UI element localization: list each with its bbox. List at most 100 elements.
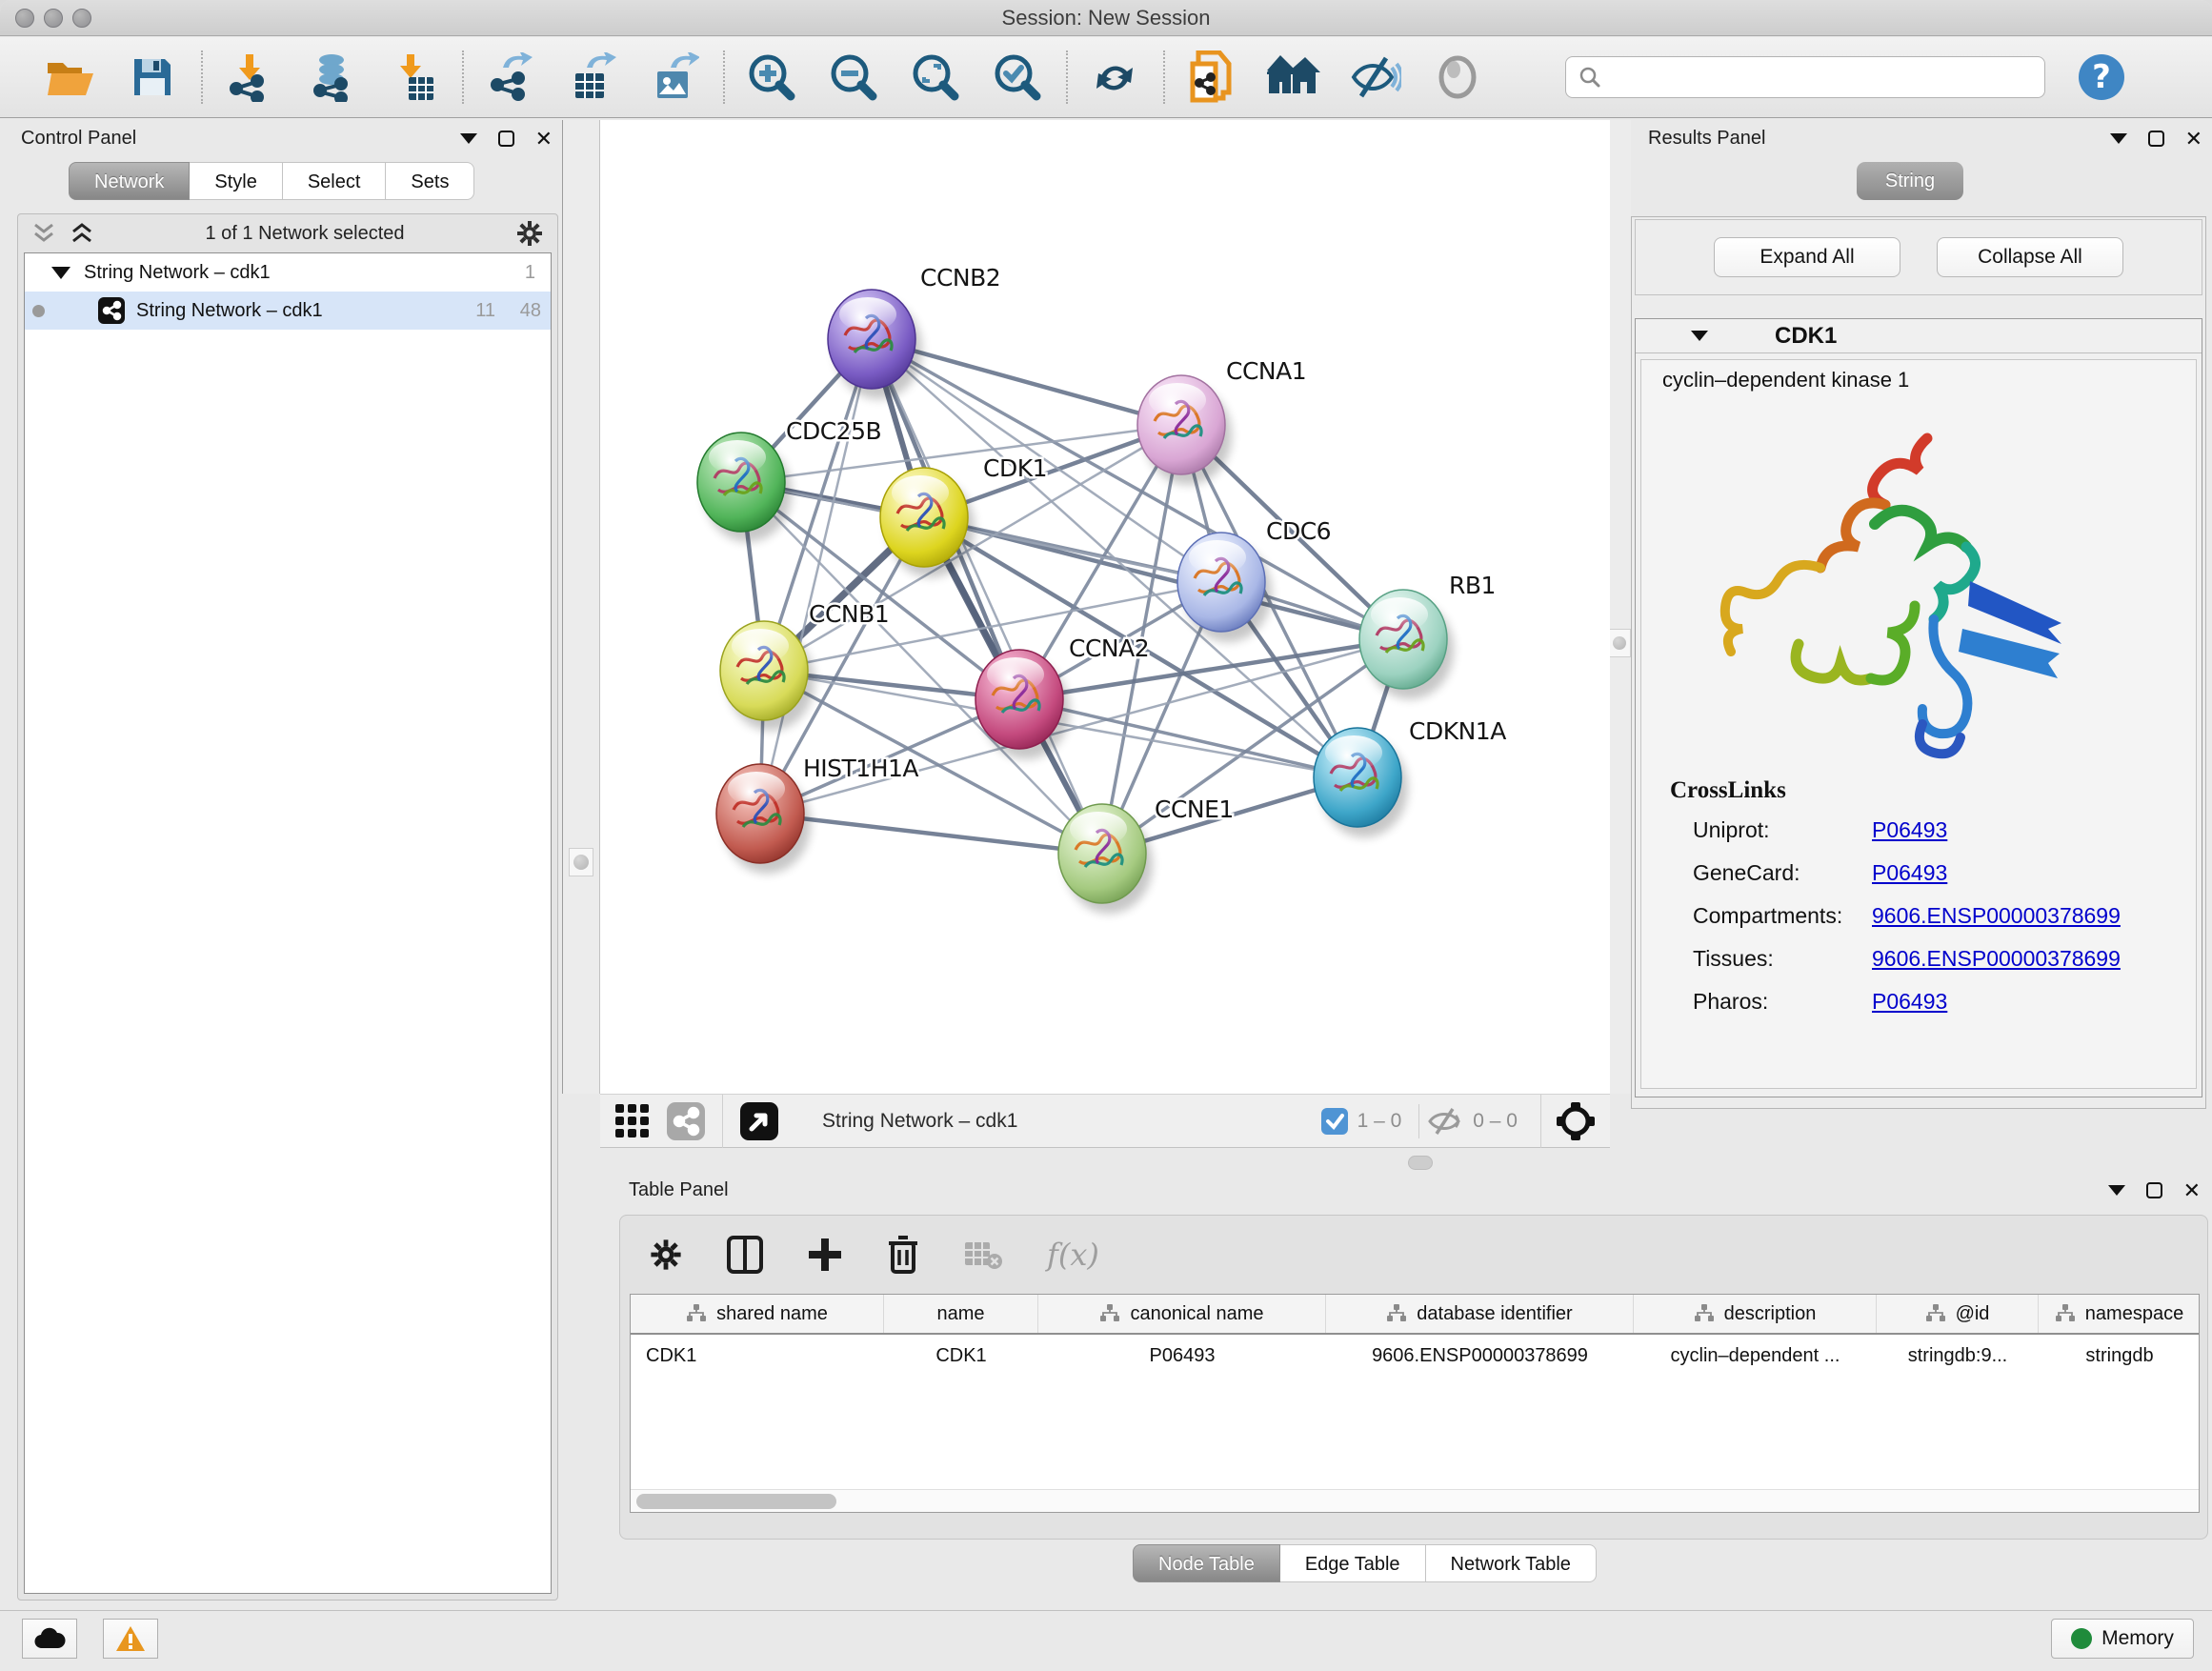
network-row[interactable]: String Network – cdk1 11 48 (25, 292, 551, 330)
network-node[interactable] (697, 433, 792, 542)
share-network-file-icon[interactable] (1184, 49, 1239, 106)
function-builder-icon-disabled: f(x) (1047, 1237, 1099, 1273)
table-row[interactable]: CDK1CDK1P064939606.ENSP00000378699cyclin… (631, 1335, 2199, 1378)
selected-nodes-checkbox-icon[interactable] (1321, 1108, 1348, 1135)
tab-sets[interactable]: Sets (386, 162, 474, 200)
right-splitter[interactable] (1610, 120, 1631, 1094)
node-table[interactable]: shared namenamecanonical namedatabase id… (630, 1294, 2200, 1513)
close-panel-icon[interactable]: ✕ (535, 129, 553, 150)
bottom-splitter-handle[interactable] (1408, 1156, 1433, 1170)
crosslink-link[interactable]: 9606.ENSP00000378699 (1872, 946, 2121, 972)
table-cell[interactable]: stringdb:9... (1877, 1345, 2039, 1367)
detach-view-icon[interactable] (740, 1102, 778, 1140)
tab-network[interactable]: Network (69, 162, 190, 200)
string-home-icon[interactable] (1266, 49, 1321, 106)
warning-status-button[interactable] (103, 1619, 158, 1659)
network-node[interactable] (1359, 590, 1454, 699)
apply-preferred-layout-icon[interactable] (1087, 49, 1142, 106)
zoom-selected-icon[interactable] (990, 49, 1045, 106)
float-panel-icon[interactable] (498, 131, 514, 147)
expand-all-button[interactable]: Expand All (1714, 237, 1900, 277)
open-session-icon[interactable] (43, 49, 98, 106)
column-header-shared-name[interactable]: shared name (631, 1295, 884, 1333)
expand-all-icon[interactable] (70, 222, 94, 245)
crosslink-link[interactable]: P06493 (1872, 817, 1947, 843)
collapse-all-icon[interactable] (31, 222, 56, 245)
zoom-fit-icon[interactable] (908, 49, 963, 106)
column-header-description[interactable]: description (1634, 1295, 1877, 1333)
network-node[interactable] (880, 468, 975, 577)
control-panel: Control Panel ✕ NetworkStyleSelectSets 1… (8, 120, 562, 1606)
network-share-view-icon[interactable] (667, 1102, 705, 1140)
close-panel-icon[interactable]: ✕ (2185, 129, 2202, 150)
protein-collapse-icon[interactable] (1691, 331, 1708, 341)
scrollbar-thumb[interactable] (636, 1494, 836, 1509)
hide-selected-icon[interactable] (1348, 49, 1403, 106)
left-splitter-handle[interactable] (569, 848, 593, 876)
network-node[interactable] (975, 650, 1070, 759)
panel-menu-icon[interactable] (2110, 133, 2127, 144)
collapse-all-button[interactable]: Collapse All (1937, 237, 2123, 277)
table-cell[interactable]: CDK1 (884, 1345, 1038, 1367)
table-cell[interactable]: P06493 (1038, 1345, 1326, 1367)
tab-node-table[interactable]: Node Table (1133, 1544, 1280, 1582)
birdseye-navigator-icon[interactable] (1555, 1100, 1597, 1142)
column-header-database-identifier[interactable]: database identifier (1326, 1295, 1634, 1333)
network-node[interactable] (716, 764, 811, 874)
import-table-file-icon[interactable] (386, 49, 441, 106)
column-header-namespace[interactable]: namespace (2039, 1295, 2200, 1333)
crosslink-link[interactable]: P06493 (1872, 860, 1947, 886)
zoom-out-icon[interactable] (826, 49, 881, 106)
horizontal-scrollbar[interactable] (631, 1489, 2199, 1512)
float-panel-icon[interactable] (2148, 131, 2164, 147)
memory-button[interactable]: Memory (2051, 1619, 2194, 1659)
export-network-icon[interactable] (483, 49, 538, 106)
network-collection-row[interactable]: String Network – cdk1 1 (25, 253, 551, 292)
import-network-file-icon[interactable] (222, 49, 277, 106)
help-icon[interactable]: ? (2074, 49, 2129, 106)
table-options-gear-icon[interactable] (649, 1238, 683, 1272)
column-header-name[interactable]: name (884, 1295, 1038, 1333)
tab-edge-table[interactable]: Edge Table (1280, 1544, 1426, 1582)
search-input[interactable] (1602, 66, 2021, 90)
left-splitter[interactable] (562, 120, 600, 1094)
add-column-icon[interactable] (807, 1237, 843, 1273)
collection-expand-icon[interactable] (51, 267, 70, 279)
import-network-database-icon[interactable] (304, 49, 359, 106)
tab-network-table[interactable]: Network Table (1426, 1544, 1597, 1582)
grid-view-icon[interactable] (613, 1102, 652, 1140)
cloud-status-button[interactable] (22, 1619, 77, 1659)
close-panel-icon[interactable]: ✕ (2183, 1180, 2201, 1201)
network-node[interactable] (1177, 533, 1272, 642)
tab-style[interactable]: Style (190, 162, 282, 200)
table-cell[interactable]: 9606.ENSP00000378699 (1326, 1345, 1634, 1367)
network-options-gear-icon[interactable] (515, 219, 544, 248)
column-header-canonical-name[interactable]: canonical name (1038, 1295, 1326, 1333)
show-columns-icon[interactable] (727, 1236, 763, 1274)
save-session-icon[interactable] (125, 49, 180, 106)
tab-select[interactable]: Select (283, 162, 387, 200)
hidden-counter: 0 – 0 (1473, 1110, 1518, 1133)
table-cell[interactable]: CDK1 (631, 1345, 884, 1367)
table-cell[interactable]: stringdb (2039, 1345, 2200, 1367)
column-header-@id[interactable]: @id (1877, 1295, 2039, 1333)
panel-menu-icon[interactable] (460, 133, 477, 144)
panel-menu-icon[interactable] (2108, 1185, 2125, 1196)
glass-preview-icon[interactable] (1430, 49, 1485, 106)
float-panel-icon[interactable] (2146, 1182, 2162, 1198)
table-cell[interactable]: cyclin–dependent ... (1634, 1345, 1877, 1367)
export-table-icon[interactable] (565, 49, 620, 106)
network-node[interactable] (1137, 375, 1232, 485)
crosslink-link[interactable]: P06493 (1872, 989, 1947, 1015)
right-splitter-handle[interactable] (1608, 629, 1631, 657)
network-node[interactable] (1058, 804, 1153, 914)
network-node[interactable] (828, 290, 922, 399)
network-node[interactable] (1314, 728, 1408, 837)
export-image-icon[interactable] (647, 49, 702, 106)
tab-string[interactable]: String (1857, 162, 1963, 200)
crosslink-link[interactable]: 9606.ENSP00000378699 (1872, 903, 2121, 929)
search-field[interactable] (1565, 56, 2045, 98)
network-view-canvas[interactable]: CCNB2CCNA1CDC25BCDK1CDC6RB1CCNB1CCNA2CDK… (600, 120, 1610, 1094)
zoom-in-icon[interactable] (744, 49, 799, 106)
delete-column-icon[interactable] (887, 1236, 919, 1274)
